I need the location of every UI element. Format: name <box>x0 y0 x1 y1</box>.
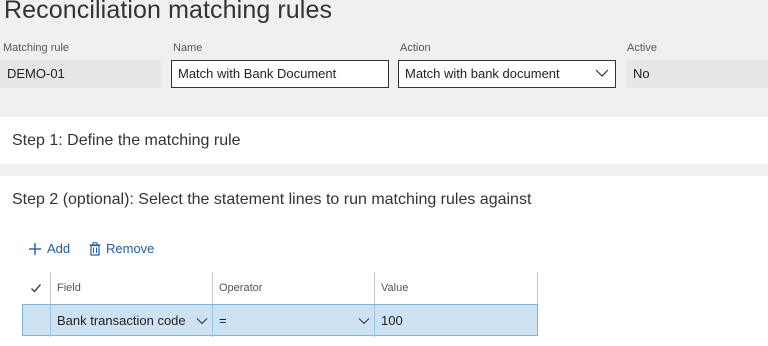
plus-icon <box>29 242 41 255</box>
value-cell[interactable]: 100 <box>374 305 537 337</box>
chevron-down-icon[interactable] <box>358 315 370 327</box>
column-header-field[interactable]: Field <box>50 272 212 304</box>
remove-button[interactable]: Remove <box>89 241 154 256</box>
step1-section[interactable]: Step 1: Define the matching rule <box>0 117 768 164</box>
add-button[interactable]: Add <box>28 241 70 256</box>
chevron-down-icon[interactable] <box>196 315 208 327</box>
action-select-value: Match with bank document <box>405 66 560 81</box>
action-label: Action <box>400 42 431 54</box>
checkmark-icon <box>31 284 42 293</box>
name-field[interactable]: Match with Bank Document <box>171 60 389 88</box>
row-select-cell[interactable] <box>23 305 50 337</box>
column-header-operator[interactable]: Operator <box>212 272 374 304</box>
name-label: Name <box>173 42 203 54</box>
matching-rule-field[interactable]: DEMO-01 <box>0 60 161 88</box>
chevron-down-icon[interactable] <box>595 66 609 80</box>
step2-title: Step 2 (optional): Select the statement … <box>12 191 532 208</box>
column-header-value[interactable]: Value <box>374 272 538 304</box>
action-select[interactable]: Match with bank document <box>398 60 616 88</box>
trash-icon <box>89 241 101 256</box>
active-label: Active <box>627 42 657 54</box>
select-all-checkbox[interactable] <box>22 272 50 304</box>
add-button-label: Add <box>47 241 71 256</box>
operator-cell-value: = <box>219 313 227 328</box>
page-title: Reconciliation matching rules <box>4 0 333 24</box>
active-field[interactable]: No <box>626 60 768 88</box>
matching-rule-label: Matching rule <box>3 42 70 54</box>
field-cell[interactable]: Bank transaction code <box>50 305 212 337</box>
field-cell-value: Bank transaction code <box>57 313 186 328</box>
remove-button-label: Remove <box>106 241 155 256</box>
grid-header-row: Field Operator Value <box>22 272 538 304</box>
step1-title: Step 1: Define the matching rule <box>12 132 241 149</box>
table-row[interactable]: Bank transaction code = 100 <box>22 304 538 337</box>
statement-lines-grid: Field Operator Value Bank transaction co… <box>22 272 538 337</box>
operator-cell[interactable]: = <box>212 305 374 337</box>
